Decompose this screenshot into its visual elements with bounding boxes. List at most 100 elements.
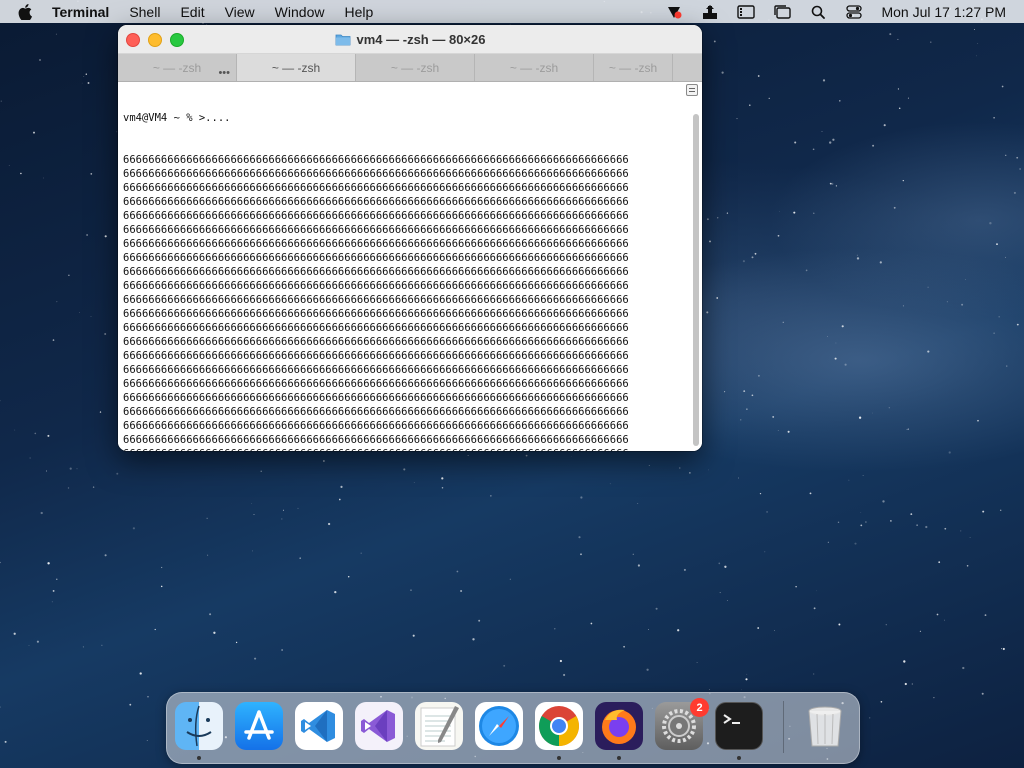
star — [1004, 256, 1006, 258]
star — [944, 619, 945, 621]
star — [880, 700, 883, 703]
star — [740, 419, 742, 421]
star — [648, 465, 650, 466]
terminal-output-line: 6666666666666666666666666666666666666666… — [123, 447, 689, 451]
star — [724, 391, 726, 393]
tab-2-active[interactable]: ~ — -zsh — [237, 54, 356, 81]
star — [902, 305, 904, 307]
dock-vscode-icon[interactable] — [295, 702, 343, 750]
dock-finder-icon[interactable] — [175, 702, 223, 750]
zoom-button[interactable] — [170, 33, 184, 47]
chrome-running-indicator — [557, 756, 561, 760]
star — [787, 430, 790, 433]
more-tabs-icon[interactable]: ••• — [218, 67, 230, 79]
dock-chrome-icon[interactable] — [535, 702, 583, 750]
split-pane-icon[interactable] — [686, 84, 698, 96]
finder-running-indicator — [197, 756, 201, 760]
dock-firefox-icon[interactable] — [595, 702, 643, 750]
star — [251, 503, 253, 504]
star — [209, 613, 212, 616]
star — [829, 182, 832, 185]
star — [746, 673, 748, 675]
star — [721, 71, 724, 74]
star — [982, 510, 985, 513]
star — [976, 55, 978, 57]
star — [726, 212, 729, 214]
star — [327, 522, 331, 526]
control-center-icon[interactable] — [845, 4, 863, 20]
window-titlebar[interactable]: vm4 — -zsh — 80×26 — [118, 25, 702, 54]
star — [68, 274, 70, 277]
vpn-status-icon[interactable] — [665, 4, 683, 20]
star — [907, 428, 909, 430]
vertical-scrollbar[interactable] — [693, 114, 699, 446]
star — [28, 645, 30, 646]
terminal-output-lines: 6666666666666666666666666666666666666666… — [123, 153, 689, 451]
star — [777, 430, 779, 431]
star — [834, 357, 837, 360]
star — [580, 496, 583, 499]
star — [52, 339, 55, 341]
star — [782, 321, 784, 323]
menu-shell[interactable]: Shell — [129, 4, 160, 20]
star — [827, 541, 829, 543]
star — [85, 73, 87, 75]
star — [719, 592, 721, 594]
star — [334, 590, 337, 594]
star — [559, 659, 563, 663]
star — [911, 683, 913, 685]
apple-menu-icon[interactable] — [18, 3, 38, 20]
dock-system-preferences-icon[interactable]: 2 — [655, 698, 709, 750]
star — [99, 411, 102, 413]
star — [969, 537, 971, 538]
star — [998, 315, 1000, 318]
terminal-output-line: 6666666666666666666666666666666666666666… — [123, 308, 629, 320]
star — [56, 301, 58, 303]
star — [323, 460, 325, 462]
star — [856, 254, 858, 256]
dock-trash-icon[interactable] — [801, 702, 849, 750]
spotlight-search-icon[interactable] — [809, 4, 827, 20]
tab-label: ~ — -zsh — [271, 60, 321, 75]
stage-manager-icon[interactable] — [773, 4, 792, 20]
star — [821, 131, 823, 132]
dock-textedit-icon[interactable] — [415, 702, 463, 750]
terminal-output-line: 6666666666666666666666666666666666666666… — [123, 336, 629, 348]
dock-terminal-icon[interactable] — [715, 702, 763, 750]
star — [282, 509, 284, 511]
menu-terminal[interactable]: Terminal — [52, 4, 109, 20]
terminal-output[interactable]: vm4@VM4 ~ % >.... 6666666666666666666666… — [123, 83, 689, 451]
star — [897, 88, 899, 90]
upload-icon[interactable] — [701, 4, 719, 20]
star — [718, 562, 721, 565]
star — [717, 217, 719, 219]
menu-bar-clock[interactable]: Mon Jul 17 1:27 PM — [881, 4, 1006, 20]
minimize-button[interactable] — [148, 33, 162, 47]
dock-app-store-icon[interactable] — [235, 702, 283, 750]
star — [746, 408, 748, 410]
star — [838, 623, 841, 626]
tab-3[interactable]: ~ — -zsh — [356, 54, 475, 81]
star — [683, 568, 686, 571]
tab-5[interactable]: ~ — -zsh — [594, 54, 673, 81]
window-list-icon[interactable] — [737, 4, 756, 20]
dock-visual-studio-icon[interactable] — [355, 702, 403, 750]
menu-edit[interactable]: Edit — [180, 4, 204, 20]
star — [961, 303, 964, 306]
menu-view[interactable]: View — [225, 4, 255, 20]
star — [856, 257, 860, 260]
star — [655, 607, 658, 610]
star — [146, 740, 148, 741]
terminal-output-line: 6666666666666666666666666666666666666666… — [123, 266, 629, 278]
tab-4[interactable]: ~ — -zsh — [475, 54, 594, 81]
terminal-content[interactable]: vm4@VM4 ~ % >.... 6666666666666666666666… — [118, 82, 702, 451]
menu-window[interactable]: Window — [275, 4, 325, 20]
star — [984, 614, 987, 616]
star — [338, 498, 341, 501]
star — [848, 479, 850, 481]
tab-1[interactable]: ~ — -zsh ••• — [118, 54, 237, 81]
close-button[interactable] — [126, 33, 140, 47]
menu-help[interactable]: Help — [344, 4, 373, 20]
dock-safari-icon[interactable] — [475, 702, 523, 750]
star — [20, 172, 22, 175]
